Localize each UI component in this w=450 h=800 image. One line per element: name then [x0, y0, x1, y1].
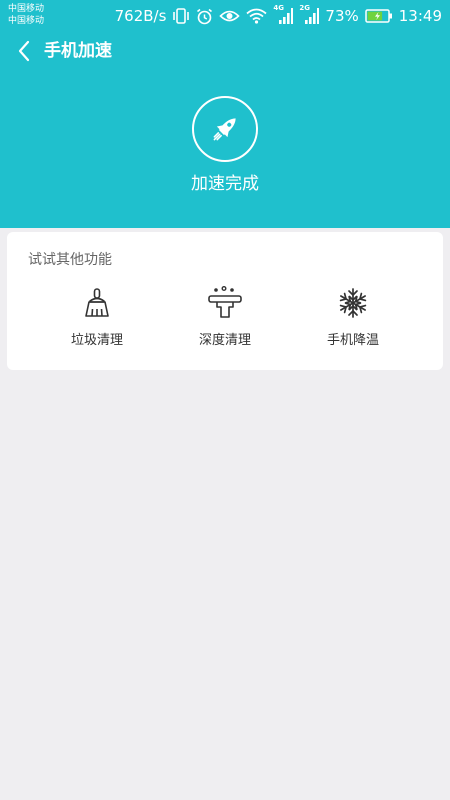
back-button[interactable]: [10, 36, 38, 66]
feature-label: 深度清理: [198, 333, 251, 348]
result-text: 加速完成: [191, 174, 259, 194]
status-bar: 中国移动 中国移动 762B/s 4G 2G 73% 13:49: [0, 0, 450, 32]
rocket-badge: [192, 96, 258, 162]
snowflake-icon: [333, 284, 373, 322]
carrier-2: 中国移动: [8, 16, 45, 26]
page-title: 手机加速: [44, 41, 112, 61]
vibrate-icon: [172, 8, 190, 24]
status-icons: 762B/s 4G 2G 73% 13:49: [114, 4, 442, 27]
carrier-info: 中国移动 中国移动: [8, 3, 44, 27]
rocket-icon: [213, 118, 236, 141]
feature-junk-clean[interactable]: 垃圾清理: [37, 284, 157, 356]
header-banner: 中国移动 中国移动 762B/s 4G 2G 73% 13:49 手机加速 加速…: [0, 0, 450, 228]
battery-charging-icon: [365, 9, 393, 23]
clock: 13:49: [398, 7, 442, 25]
signal-2-tag: 2G: [299, 4, 311, 12]
feature-label: 手机降温: [326, 333, 379, 348]
title-bar: 手机加速: [0, 32, 450, 70]
deep-clean-icon: [205, 284, 245, 322]
signal-1-tag: 4G: [273, 4, 285, 12]
card-title: 试试其他功能: [28, 252, 112, 268]
alarm-icon: [196, 8, 213, 25]
battery-percent: 73%: [325, 7, 359, 25]
eye-icon: [219, 8, 241, 24]
feature-deep-clean[interactable]: 深度清理: [165, 284, 285, 356]
chevron-left-icon: [18, 40, 30, 62]
feature-cool-down[interactable]: 手机降温: [293, 284, 413, 356]
signal-2-icon: 2G: [299, 4, 320, 25]
other-features-card: 试试其他功能 垃圾清理 深度清理 手机降温: [7, 232, 443, 370]
signal-1-icon: 4G: [273, 4, 294, 25]
broom-icon: [77, 284, 117, 322]
wifi-icon: [246, 8, 268, 24]
network-speed: 762B/s: [114, 7, 167, 25]
feature-label: 垃圾清理: [70, 333, 123, 348]
carrier-1: 中国移动: [8, 4, 45, 14]
